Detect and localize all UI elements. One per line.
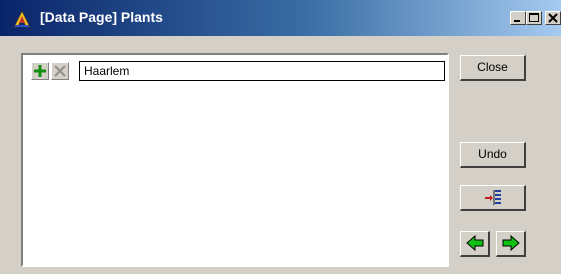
insert-tree-icon [484, 190, 501, 205]
x-icon[interactable] [51, 62, 69, 80]
list-item: Haarlem [31, 61, 445, 81]
close-icon[interactable] [545, 11, 561, 25]
title-bar[interactable]: [Data Page] Plants [0, 0, 561, 36]
record-list[interactable]: Haarlem [21, 53, 449, 267]
minimize-icon[interactable] [510, 11, 526, 25]
insert-button[interactable] [460, 185, 526, 211]
arrow-left-icon [466, 234, 484, 252]
undo-button[interactable]: Undo [460, 142, 526, 168]
previous-button[interactable] [460, 231, 490, 257]
maximize-icon[interactable] [526, 11, 542, 25]
close-button[interactable]: Close [460, 55, 526, 81]
plant-name-field[interactable]: Haarlem [79, 61, 445, 81]
plus-icon[interactable] [31, 62, 49, 80]
arrow-right-icon [502, 234, 520, 252]
window-title: [Data Page] Plants [40, 9, 163, 25]
data-page-window: [Data Page] Plants Haarlem Close Undo [0, 0, 561, 274]
next-button[interactable] [496, 231, 526, 257]
app-icon [12, 10, 32, 28]
